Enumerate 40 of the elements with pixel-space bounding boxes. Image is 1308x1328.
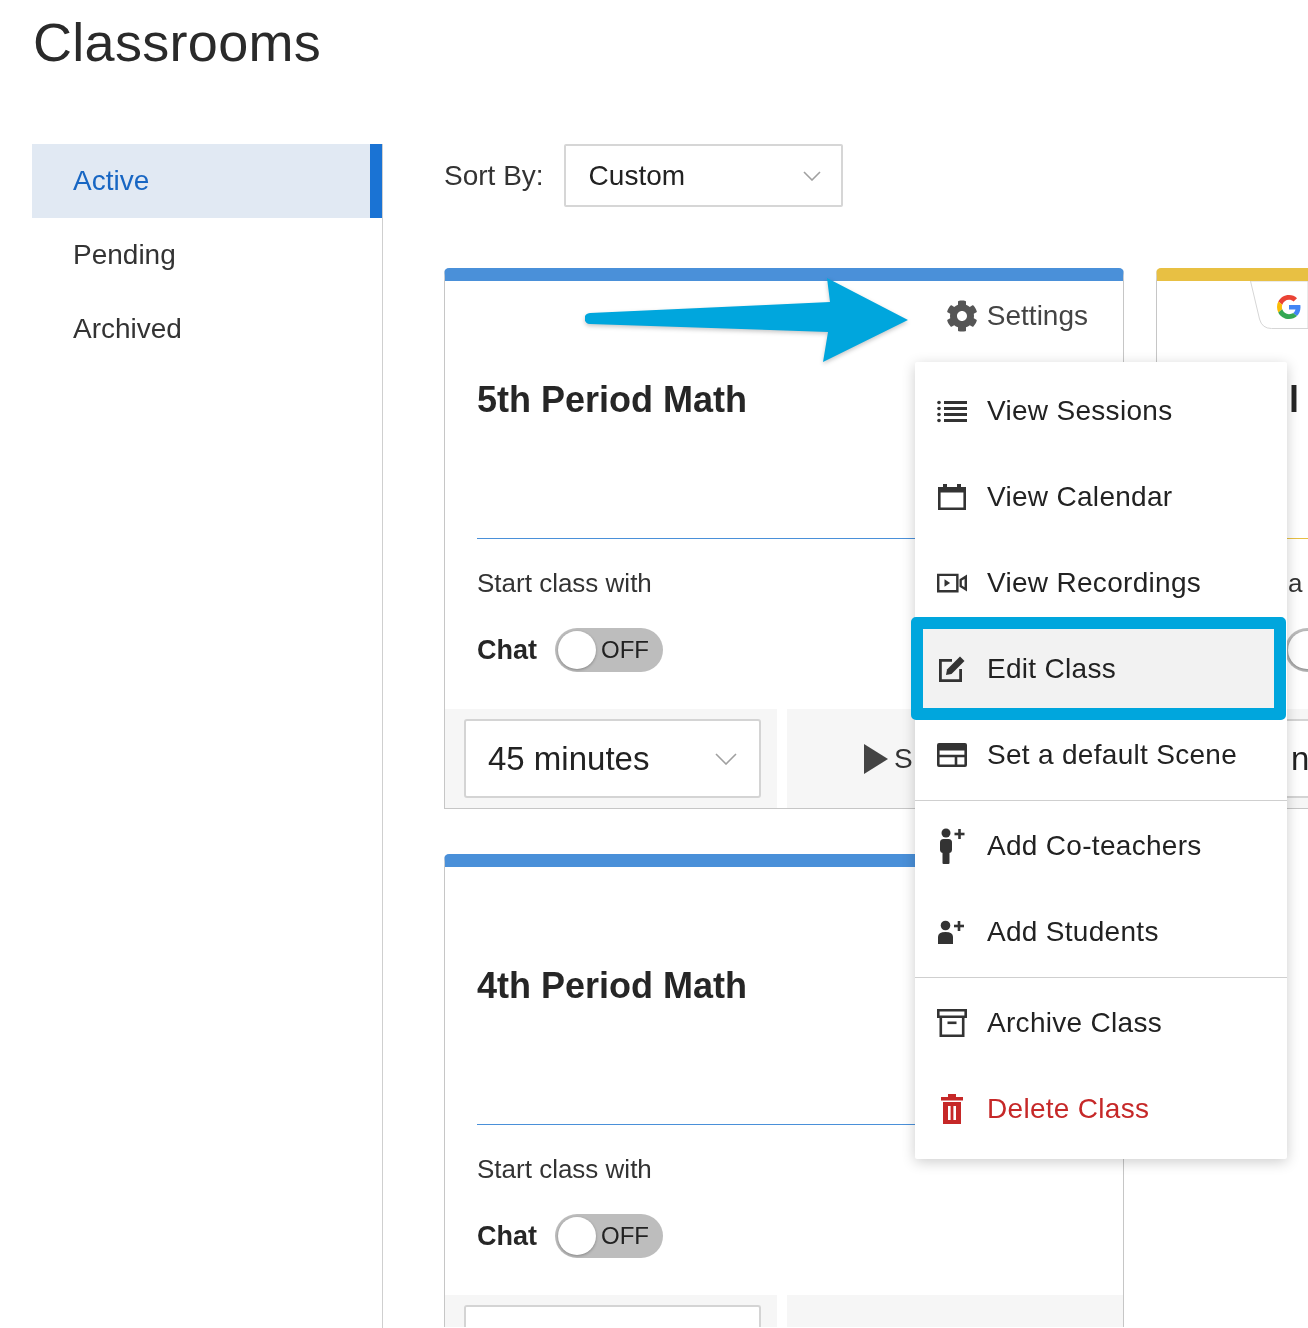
chat-label: Chat <box>477 1220 537 1252</box>
menu-item[interactable]: Delete Class <box>915 1066 1287 1152</box>
sidebar-item[interactable]: Active <box>32 144 382 218</box>
chat-toggle[interactable]: OFF <box>555 628 663 672</box>
calendar-icon <box>938 484 966 510</box>
sidebar-item[interactable]: Archived <box>32 292 382 366</box>
class-title: 4th Period Math <box>477 964 748 1008</box>
chat-toggle[interactable] <box>1285 628 1308 672</box>
duration-select[interactable] <box>464 1305 761 1327</box>
menu-item[interactable]: Archive Class <box>915 980 1287 1066</box>
menu-item[interactable]: Edit Class <box>911 617 1286 720</box>
video-camera-icon <box>937 573 967 593</box>
menu-item[interactable]: Add Co-teachers <box>915 803 1287 889</box>
settings-button[interactable]: Settings <box>945 300 1088 332</box>
chevron-down-icon <box>715 752 737 765</box>
menu-item[interactable]: Add Students <box>915 889 1287 975</box>
list-icon <box>937 399 967 423</box>
layout-icon <box>937 743 967 767</box>
sort-label: Sort By: <box>444 159 544 192</box>
start-class-label: a <box>1288 567 1303 599</box>
chat-toggle[interactable]: OFF <box>555 1214 663 1258</box>
chevron-down-icon <box>802 170 821 181</box>
trash-icon <box>941 1094 963 1124</box>
start-class-label: Start class with <box>477 567 652 599</box>
sidebar-item[interactable]: Pending <box>32 218 382 292</box>
page-title: Classrooms <box>32 11 322 74</box>
add-user-icon <box>938 920 966 944</box>
duration-select[interactable]: 45 minutes <box>464 719 761 798</box>
add-person-icon <box>938 828 966 864</box>
start-class-label: Start class with <box>477 1153 652 1185</box>
sort-select[interactable]: Custom <box>563 144 843 207</box>
play-icon <box>864 743 888 774</box>
class-title: l <box>1289 378 1299 422</box>
gear-icon <box>945 300 978 332</box>
menu-item[interactable]: View Sessions <box>915 368 1287 454</box>
pencil-square-icon <box>938 655 966 682</box>
chat-label: Chat <box>477 634 537 666</box>
class-title: 5th Period Math <box>477 378 748 422</box>
menu-item[interactable]: View Calendar <box>915 454 1287 540</box>
archive-box-icon <box>937 1009 967 1037</box>
